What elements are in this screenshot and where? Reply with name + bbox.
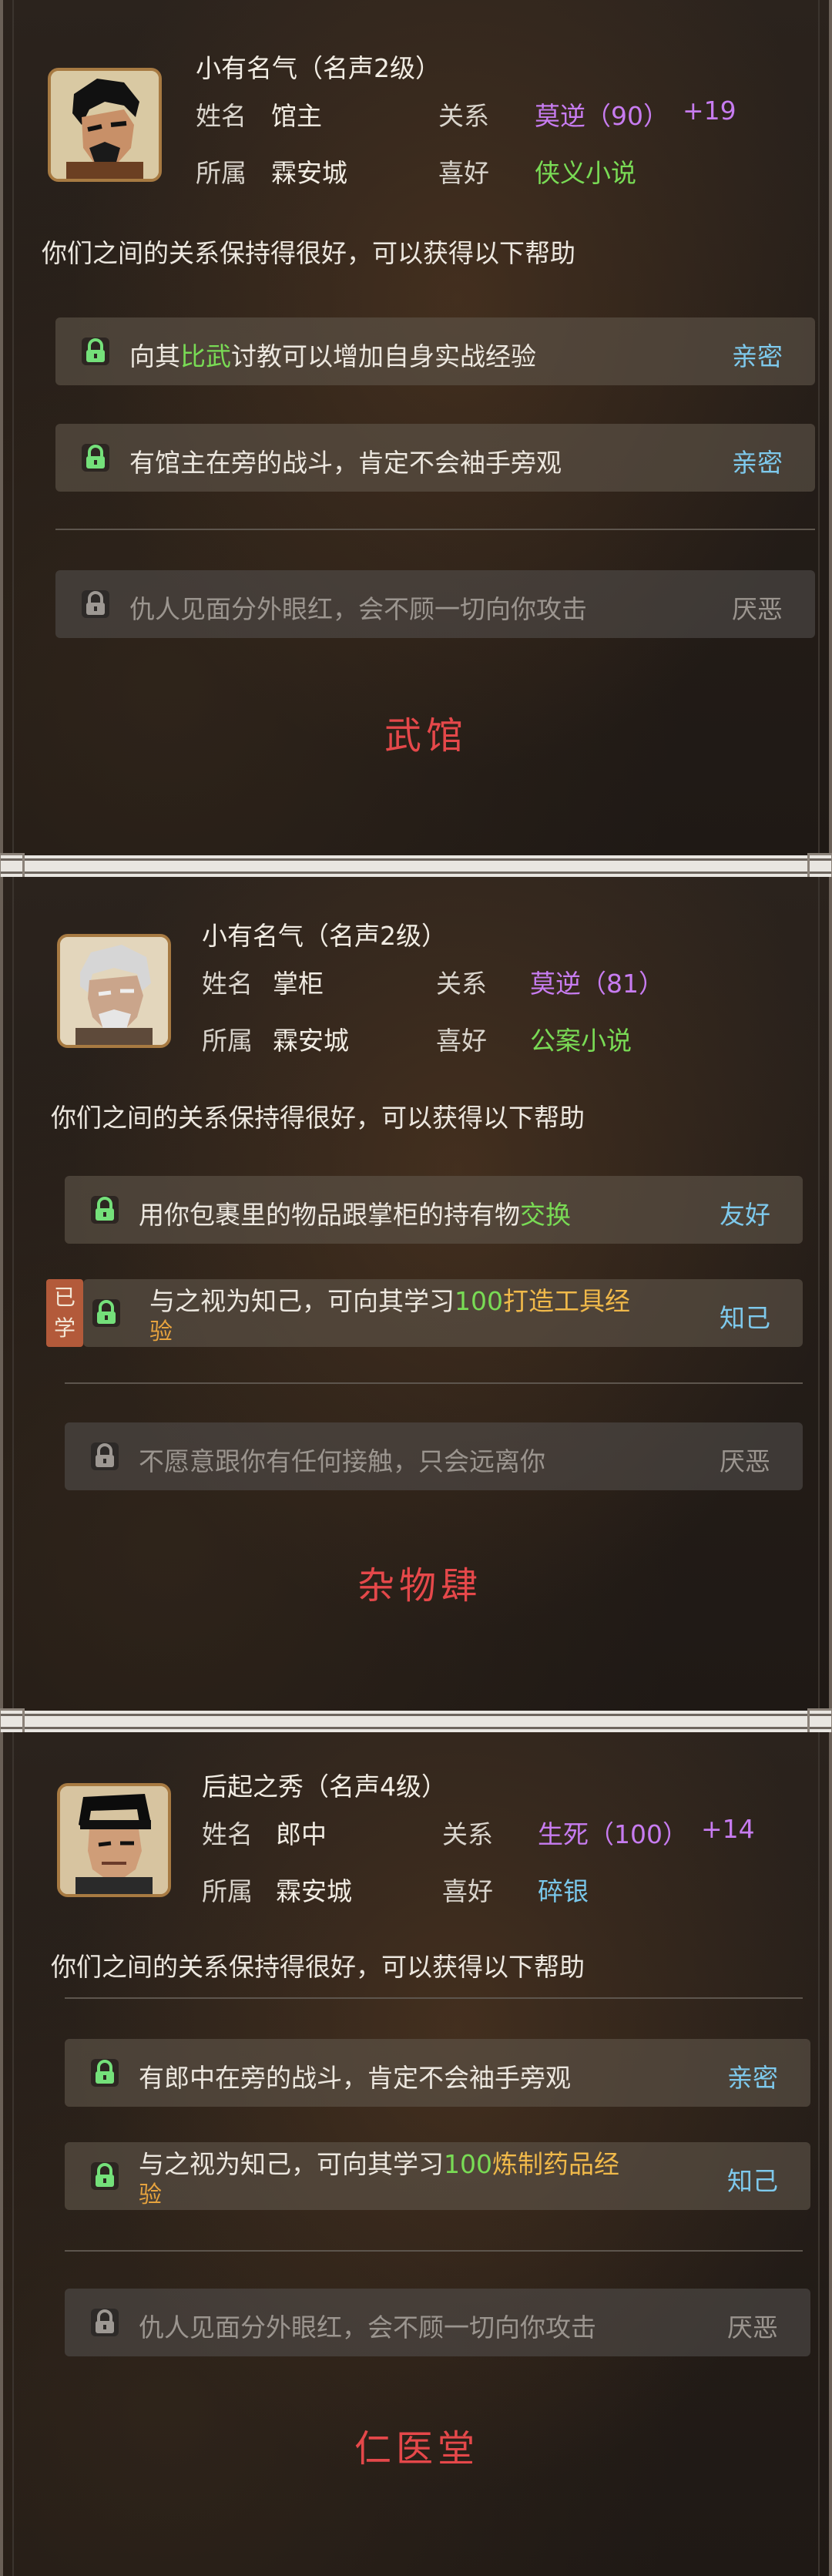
help-intro: 你们之间的关系保持得很好，可以获得以下帮助 [51, 1952, 585, 1982]
faction-value: 霖安城 [276, 1876, 352, 1906]
benefit-tag: 友好 [720, 1200, 770, 1230]
npc-avatar[interactable] [48, 68, 162, 182]
faction-value: 霖安城 [271, 158, 347, 188]
benefit-row[interactable]: 向其比武讨教可以增加自身实战经验 亲密 [55, 317, 815, 385]
locked-lock-icon [91, 2309, 119, 2336]
doctor-portrait-icon [60, 1786, 168, 1894]
hobby-value: 碎银 [538, 1876, 589, 1906]
hostile-row[interactable]: 仇人见面分外眼红，会不顾一切向你攻击 厌恶 [65, 2289, 810, 2356]
fame-title: 小有名气（名声2级） [196, 53, 441, 83]
section-divider [65, 1997, 803, 1999]
relation-value: 莫逆（81） [530, 969, 664, 999]
faction-label: 所属 [196, 158, 247, 188]
benefit-text: 向其比武讨教可以增加自身实战经验 [129, 341, 536, 371]
benefit-row[interactable]: 与之视为知己，可向其学习100打造工具经验 知己 [83, 1279, 803, 1347]
help-intro: 你们之间的关系保持得很好，可以获得以下帮助 [51, 1103, 585, 1133]
hostile-tag: 厌恶 [727, 2312, 778, 2343]
benefit-tag: 亲密 [727, 2063, 778, 2093]
locked-lock-icon [91, 1442, 119, 1470]
npc-card-zawusi: 小有名气（名声2级） 姓名 掌柜 关系 莫逆（81） 所属 霖安城 喜好 公案小… [0, 877, 832, 1711]
benefit-text: 有馆主在旁的战斗，肯定不会袖手旁观 [129, 448, 562, 478]
location-caption: 仁医堂 [354, 2427, 480, 2470]
benefit-row[interactable]: 有馆主在旁的战斗，肯定不会袖手旁观 亲密 [55, 424, 815, 492]
fame-title: 小有名气（名声2级） [202, 921, 447, 951]
hobby-label: 喜好 [438, 158, 489, 188]
hostile-tag: 厌恶 [732, 594, 783, 624]
section-divider [65, 1382, 803, 1384]
benefit-text: 与之视为知己，可向其学习100炼制药品经验 [139, 2149, 619, 2209]
npc-name: 郎中 [276, 1819, 327, 1849]
card-divider [0, 853, 832, 879]
relation-value: 莫逆（90） [535, 101, 669, 131]
benefit-tag: 知己 [727, 2166, 778, 2196]
unlocked-lock-icon [91, 2059, 119, 2087]
unlocked-lock-icon [82, 338, 109, 365]
relation-bonus: +19 [683, 96, 736, 126]
name-label: 姓名 [202, 969, 253, 999]
unlocked-lock-icon [82, 444, 109, 472]
faction-label: 所属 [202, 1876, 253, 1906]
unlocked-lock-icon [91, 2162, 119, 2190]
hobby-label: 喜好 [436, 1026, 487, 1056]
swordsman-portrait-icon [51, 71, 159, 179]
benefit-text: 与之视为知己，可向其学习100打造工具经验 [149, 1286, 630, 1346]
benefit-tag: 亲密 [732, 341, 783, 371]
npc-card-renyitang: 后起之秀（名声4级） 姓名 郎中 关系 生死（100） +14 所属 霖安城 喜… [0, 1732, 832, 2576]
hostile-text: 不愿意跟你有任何接触，只会远离你 [139, 1446, 545, 1476]
hostile-text: 仇人见面分外眼红，会不顾一切向你攻击 [139, 2312, 596, 2343]
benefit-row[interactable]: 用你包裹里的物品跟掌柜的持有物交换 友好 [65, 1176, 803, 1244]
section-divider [65, 2250, 803, 2252]
card-divider [0, 1708, 832, 1735]
learned-badge: 已学 [46, 1279, 83, 1347]
hostile-row[interactable]: 不愿意跟你有任何接触，只会远离你 厌恶 [65, 1422, 803, 1490]
benefit-text: 用你包裹里的物品跟掌柜的持有物交换 [139, 1200, 571, 1230]
benefit-tag: 亲密 [732, 448, 783, 478]
npc-avatar[interactable] [57, 934, 171, 1048]
name-label: 姓名 [196, 101, 247, 131]
hobby-label: 喜好 [442, 1876, 493, 1906]
hostile-tag: 厌恶 [720, 1446, 770, 1476]
benefit-text: 有郎中在旁的战斗，肯定不会袖手旁观 [139, 2063, 571, 2093]
hobby-value: 公案小说 [530, 1026, 632, 1056]
hostile-row[interactable]: 仇人见面分外眼红，会不顾一切向你攻击 厌恶 [55, 570, 815, 638]
benefit-tag: 知己 [720, 1303, 770, 1333]
relation-label: 关系 [436, 969, 487, 999]
location-caption: 武馆 [384, 714, 468, 757]
npc-name: 掌柜 [273, 969, 324, 999]
relation-label: 关系 [438, 101, 489, 131]
location-caption: 杂物肆 [357, 1564, 483, 1607]
benefit-row[interactable]: 与之视为知己，可向其学习100炼制药品经验 知己 [65, 2142, 810, 2210]
locked-lock-icon [82, 590, 109, 618]
old-shopkeeper-portrait-icon [60, 937, 168, 1045]
relation-bonus: +14 [701, 1814, 755, 1844]
unlocked-lock-icon [91, 1196, 119, 1224]
npc-card-wuguan: 小有名气（名声2级） 姓名 馆主 关系 莫逆（90） +19 所属 霖安城 喜好… [0, 0, 832, 855]
hostile-text: 仇人见面分外眼红，会不顾一切向你攻击 [129, 594, 587, 624]
relation-value: 生死（100） [538, 1819, 688, 1849]
section-divider [55, 529, 815, 530]
hobby-value: 侠义小说 [535, 158, 636, 188]
help-intro: 你们之间的关系保持得很好，可以获得以下帮助 [42, 238, 575, 268]
npc-name: 馆主 [271, 101, 322, 131]
npc-avatar[interactable] [57, 1783, 171, 1897]
faction-value: 霖安城 [273, 1026, 349, 1056]
name-label: 姓名 [202, 1819, 253, 1849]
faction-label: 所属 [202, 1026, 253, 1056]
relation-label: 关系 [442, 1819, 493, 1849]
benefit-row[interactable]: 有郎中在旁的战斗，肯定不会袖手旁观 亲密 [65, 2039, 810, 2107]
unlocked-lock-icon [92, 1299, 120, 1327]
fame-title: 后起之秀（名声4级） [202, 1772, 447, 1802]
